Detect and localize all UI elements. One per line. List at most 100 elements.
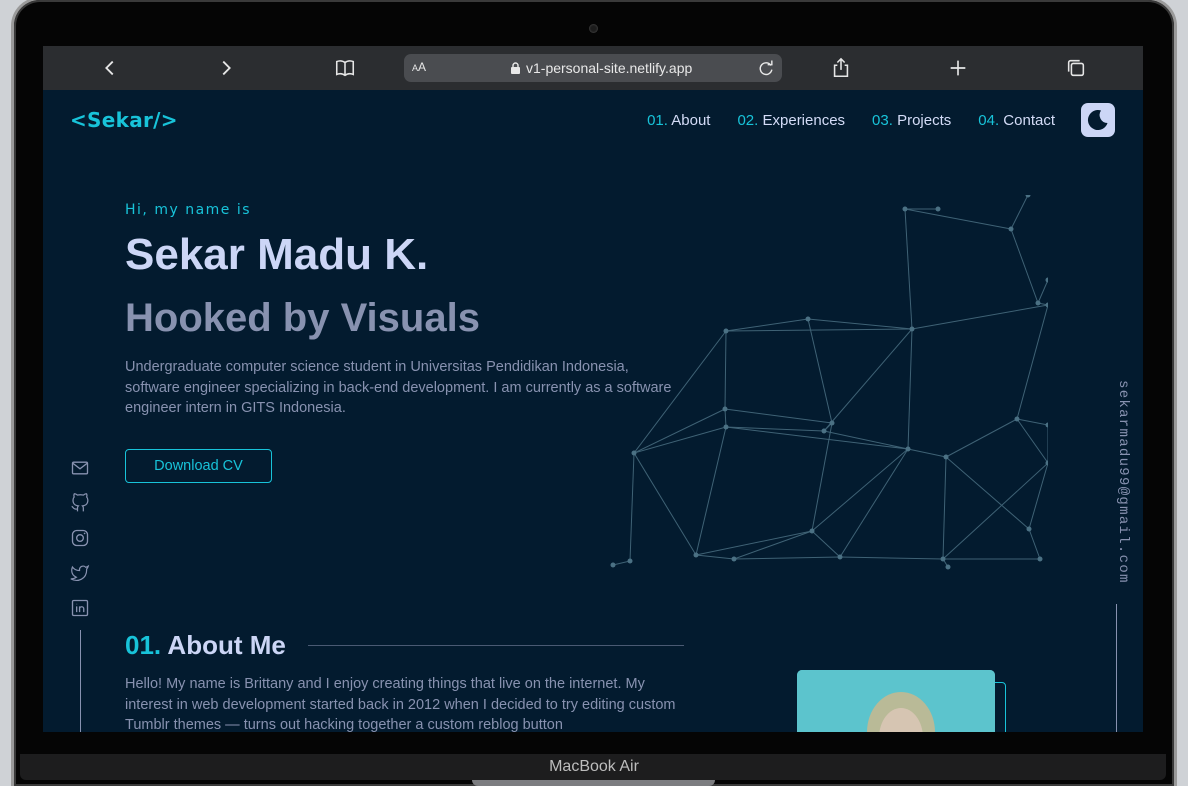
network-edge (942, 456, 947, 560)
network-node (722, 406, 728, 412)
network-edge (839, 448, 909, 558)
about-heading: 01. About Me (125, 630, 286, 661)
nav-label: Projects (897, 112, 952, 129)
network-node (902, 206, 908, 212)
about-text: Hello! My name is Brittany and I enjoy c… (125, 676, 676, 732)
nav-number: 04. (978, 112, 1000, 129)
nav-number: 02. (737, 112, 759, 129)
network-node (723, 424, 729, 430)
network-edge (725, 328, 913, 332)
network-node (1045, 422, 1048, 428)
share-button[interactable] (828, 55, 854, 81)
email-rail-line (1116, 604, 1117, 732)
url-display: v1-personal-site.netlify.app (510, 60, 692, 76)
network-node (905, 446, 911, 452)
text-size-button[interactable]: AA (412, 60, 426, 74)
github-icon[interactable] (70, 493, 90, 513)
network-node (1037, 556, 1043, 562)
network-node (935, 206, 941, 212)
email-link[interactable]: sekarmadu99@gmail.com (1115, 380, 1131, 584)
reload-icon[interactable] (756, 58, 776, 78)
network-node (723, 328, 729, 334)
network-edge (1016, 418, 1048, 426)
network-edge (724, 330, 727, 410)
profile-photo (797, 670, 995, 732)
nav-item-experiences[interactable]: 02. Experiences (737, 112, 845, 129)
network-node (829, 420, 835, 426)
network-edge (823, 328, 913, 432)
network-edge (907, 448, 947, 458)
nav-label: About (671, 112, 711, 129)
network-edge (724, 408, 727, 428)
tabs-overview-button[interactable] (1063, 55, 1089, 81)
network-edge (633, 330, 727, 454)
chevron-right-icon (222, 60, 231, 76)
network-node (943, 454, 949, 460)
url-text: v1-personal-site.netlify.app (526, 60, 693, 76)
moon-icon (1087, 110, 1108, 131)
mail-icon[interactable] (70, 458, 90, 478)
network-edge (612, 560, 631, 566)
network-illustration (610, 195, 1048, 570)
new-tab-button[interactable] (945, 55, 971, 81)
back-button[interactable] (97, 55, 123, 81)
nav-number: 01. (647, 112, 668, 129)
network-node (1008, 226, 1014, 232)
chevron-left-icon (105, 60, 114, 76)
network-node (627, 558, 633, 564)
network-edge (904, 208, 913, 330)
laptop-hinge (472, 780, 715, 786)
network-edge (695, 554, 735, 560)
nav-label: Contact (1003, 112, 1055, 129)
plus-icon (950, 60, 966, 76)
bookmarks-button[interactable] (332, 55, 358, 81)
laptop-frame: AA v1-personal-site.netlify.app <Sekar/> (14, 0, 1174, 786)
network-edge (1016, 304, 1048, 420)
network-edge (942, 462, 1048, 560)
network-edge (695, 426, 727, 556)
hero-name: Sekar Madu K. (125, 230, 429, 279)
screen: AA v1-personal-site.netlify.app <Sekar/> (43, 46, 1143, 732)
network-edge (811, 448, 909, 532)
download-cv-button[interactable]: Download CV (125, 449, 272, 483)
network-node (909, 326, 915, 332)
network-node (1014, 416, 1020, 422)
book-icon (335, 60, 355, 77)
section-title: About Me (167, 630, 286, 660)
nav-number: 03. (872, 112, 893, 129)
network-edge (1010, 195, 1029, 230)
network-node (610, 562, 616, 568)
hero-bio: Undergraduate computer science student i… (125, 359, 672, 416)
site-logo[interactable]: <Sekar/> (70, 108, 178, 132)
nav-item-about[interactable]: 01. About (647, 112, 710, 129)
nav-item-projects[interactable]: 03. Projects (872, 112, 951, 129)
network-edge (1016, 418, 1048, 464)
section-divider (308, 645, 684, 646)
device-label: MacBook Air (549, 758, 639, 775)
twitter-icon[interactable] (70, 563, 90, 583)
lock-icon (511, 62, 520, 74)
nav-item-contact[interactable]: 04. Contact (978, 112, 1055, 129)
network-edge (629, 452, 635, 562)
network-edge (1028, 462, 1048, 530)
network-node (821, 428, 827, 434)
address-bar[interactable]: AA v1-personal-site.netlify.app (404, 54, 782, 82)
network-node (631, 450, 637, 456)
network-edge (1028, 528, 1041, 560)
network-node (945, 564, 951, 570)
hero-tagline: Hooked by Visuals (125, 296, 480, 340)
instagram-icon[interactable] (70, 528, 90, 548)
network-node (1035, 300, 1041, 306)
network-edge (724, 408, 833, 424)
forward-button[interactable] (213, 55, 239, 81)
linkedin-icon[interactable] (70, 598, 90, 618)
network-edge (1010, 228, 1039, 304)
network-edge (911, 304, 1048, 330)
network-node (693, 552, 699, 558)
network-edge (807, 318, 913, 330)
network-edge (807, 318, 833, 424)
network-edge (633, 452, 697, 556)
theme-toggle-button[interactable] (1081, 103, 1115, 137)
hero-greeting: Hi, my name is (125, 202, 252, 218)
network-node (805, 316, 811, 322)
